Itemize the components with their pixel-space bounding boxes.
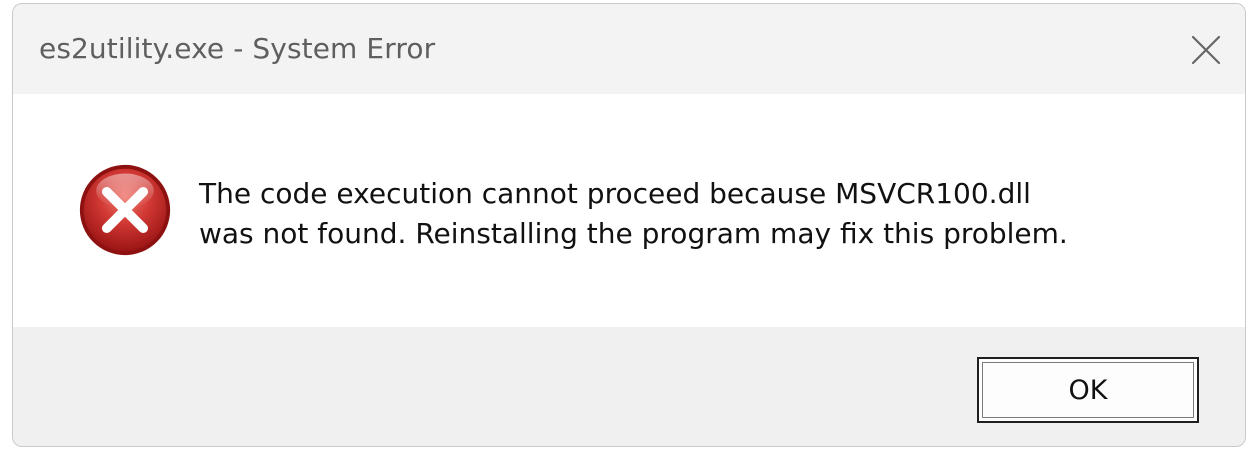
system-error-dialog: es2utility.exe - System Error The code e… xyxy=(12,3,1246,447)
dialog-content: The code execution cannot proceed becaus… xyxy=(13,94,1245,327)
title-bar: es2utility.exe - System Error xyxy=(13,4,1245,94)
dialog-footer: OK xyxy=(13,327,1245,446)
close-button[interactable] xyxy=(1157,4,1245,94)
dialog-title: es2utility.exe - System Error xyxy=(39,32,436,65)
ok-button[interactable]: OK xyxy=(977,357,1199,423)
error-message-line-1: The code execution cannot proceed becaus… xyxy=(199,177,1031,210)
close-icon xyxy=(1191,35,1221,65)
ok-button-label: OK xyxy=(982,362,1194,418)
error-message-line-2: was not found. Reinstalling the program … xyxy=(199,217,1068,250)
error-icon xyxy=(79,164,171,256)
error-message: The code execution cannot proceed becaus… xyxy=(199,174,1219,254)
